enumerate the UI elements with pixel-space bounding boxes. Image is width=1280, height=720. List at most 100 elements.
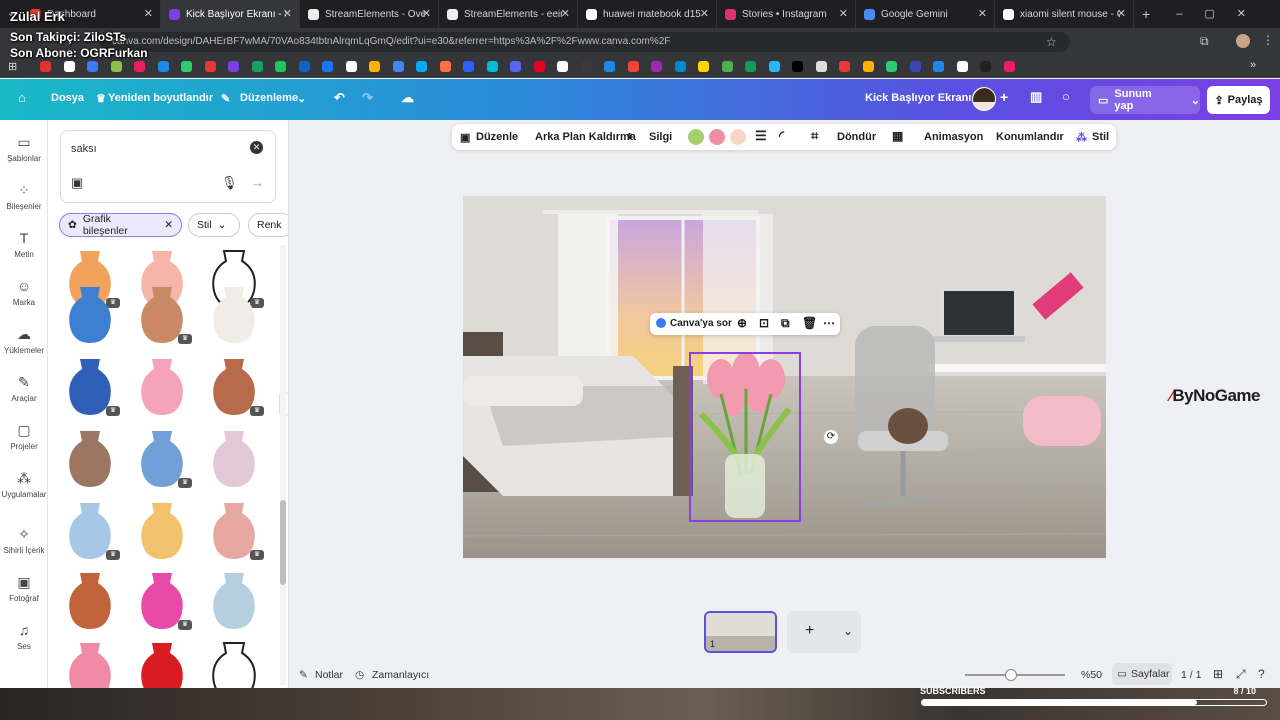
- vase-result[interactable]: ♛: [202, 354, 266, 418]
- bookmark-icon[interactable]: [533, 61, 545, 72]
- vase-result[interactable]: [130, 498, 194, 562]
- browser-tab[interactable]: Kick Başlıyor Ekranı - Sunu✕: [161, 0, 300, 28]
- eraser-button[interactable]: Silgi: [649, 131, 672, 143]
- vase-result[interactable]: ♛: [58, 354, 122, 418]
- bookmark-icon[interactable]: [745, 61, 756, 72]
- bookmark-icon[interactable]: [862, 61, 874, 72]
- clear-search-icon[interactable]: ✕: [250, 141, 263, 154]
- zoom-level[interactable]: %50: [1081, 669, 1102, 681]
- vase-result[interactable]: [202, 282, 266, 346]
- rail-item-yüklemeler[interactable]: ☁ Yüklemeler: [0, 326, 48, 355]
- timer-button[interactable]: Zamanlayıcı: [372, 669, 429, 681]
- bg-remover-button[interactable]: Arka Plan Kaldırma: [535, 131, 636, 143]
- delete-icon[interactable]: 🗑: [802, 316, 817, 330]
- undo-icon[interactable]: ↶: [334, 90, 345, 106]
- comment-add-icon[interactable]: ⊕: [737, 316, 747, 330]
- crop-icon[interactable]: ⌗: [811, 128, 818, 144]
- close-tab-icon[interactable]: ✕: [144, 7, 153, 20]
- bookmark-icon[interactable]: [815, 61, 827, 72]
- vase-result[interactable]: [58, 426, 122, 490]
- lock-icon[interactable]: ⊡: [759, 316, 769, 330]
- bookmark-icon[interactable]: [651, 61, 662, 72]
- close-tab-icon[interactable]: ✕: [1117, 7, 1126, 20]
- rail-item-uygulamalar[interactable]: ⁂ Uygulamalar: [0, 470, 48, 499]
- share-button[interactable]: ⇪ Paylaş: [1207, 86, 1270, 114]
- bookmark-icon[interactable]: [134, 61, 145, 72]
- close-tab-icon[interactable]: ✕: [422, 7, 431, 20]
- design-title[interactable]: Kick Başlıyor Ekranı: [865, 92, 971, 104]
- scrollbar-thumb[interactable]: [280, 500, 286, 585]
- page-thumbnail[interactable]: 1: [704, 611, 777, 653]
- bookmark-icon[interactable]: [392, 61, 404, 72]
- bookmark-icon[interactable]: [251, 61, 263, 72]
- bookmark-icon[interactable]: [439, 61, 451, 72]
- bookmark-icon[interactable]: [298, 61, 310, 72]
- selected-tulip-vase[interactable]: [689, 352, 801, 522]
- bookmark-icon[interactable]: [956, 61, 968, 72]
- ask-canva-button[interactable]: Canva'ya sor: [670, 318, 732, 329]
- bookmark-icon[interactable]: [909, 61, 921, 72]
- present-button[interactable]: ▭ Sunum yap ⌄: [1090, 86, 1200, 114]
- add-collaborator-icon[interactable]: +: [1000, 89, 1008, 105]
- animate-button[interactable]: Animasyon: [924, 131, 983, 143]
- rail-item-metin[interactable]: T Metin: [0, 230, 48, 259]
- panel-scrollbar[interactable]: [280, 245, 286, 685]
- bookmark-icon[interactable]: [557, 61, 568, 72]
- vase-result[interactable]: [130, 638, 194, 688]
- bookmark-icon[interactable]: [627, 61, 639, 72]
- bookmark-icon[interactable]: [792, 61, 803, 72]
- bookmark-icon[interactable]: [63, 61, 75, 72]
- browser-tab[interactable]: Google Gemini ✕: [856, 0, 995, 28]
- extensions-icon[interactable]: ⧉: [1200, 34, 1209, 49]
- vase-result[interactable]: [202, 568, 266, 632]
- bookmark-icon[interactable]: [510, 61, 521, 72]
- bookmark-icon[interactable]: [839, 61, 850, 72]
- remove-filter-icon[interactable]: ✕: [164, 219, 173, 231]
- rail-item-sihirli-i̇çerik[interactable]: ✧ Sihirli İçerik: [0, 526, 48, 555]
- graphics-filter-chip[interactable]: ✿ Grafik bileşenler ✕: [59, 213, 182, 237]
- pages-button[interactable]: ▭ Sayfalar: [1112, 663, 1172, 685]
- color-swatch[interactable]: [730, 129, 746, 145]
- cloud-sync-icon[interactable]: ☁: [401, 90, 414, 106]
- vase-result[interactable]: ♛: [130, 282, 194, 346]
- browser-tab[interactable]: Stories • Instagram ✕: [717, 0, 856, 28]
- color-swatch[interactable]: [688, 129, 704, 145]
- bookmark-icon[interactable]: [604, 61, 615, 72]
- chevron-down-icon[interactable]: ⌄: [1191, 94, 1200, 107]
- vase-result[interactable]: ♛: [202, 498, 266, 562]
- microphone-icon[interactable]: 🎙: [221, 175, 238, 191]
- bookmark-icon[interactable]: [87, 61, 98, 72]
- bookmark-icon[interactable]: [157, 61, 169, 72]
- browser-menu-icon[interactable]: ⋮: [1262, 33, 1274, 47]
- rail-item-bileşenler[interactable]: ⁘ Bileşenler: [0, 182, 48, 211]
- bookmark-icon[interactable]: [416, 61, 427, 72]
- new-tab-button[interactable]: +: [1134, 6, 1150, 22]
- help-icon[interactable]: ?: [1258, 667, 1265, 681]
- edit-image-button[interactable]: Düzenle: [476, 131, 518, 143]
- bookmark-icon[interactable]: [486, 61, 498, 72]
- add-page-button[interactable]: + ⌄: [787, 611, 861, 653]
- bookmark-icon[interactable]: [110, 61, 122, 72]
- rail-item-projeler[interactable]: ▢ Projeler: [0, 422, 48, 451]
- apps-grid-icon[interactable]: ⊞: [8, 60, 17, 73]
- browser-tab[interactable]: StreamElements - Overlay✕: [300, 0, 439, 28]
- bookmark-icon[interactable]: [322, 61, 333, 72]
- vase-result[interactable]: ♛: [130, 426, 194, 490]
- browser-tab[interactable]: StreamElements - eeirene✕: [439, 0, 578, 28]
- browser-tab[interactable]: xiaomi silent mouse - Go ✕: [995, 0, 1134, 28]
- rotate-handle-icon[interactable]: ⟳: [823, 429, 839, 445]
- bookmark-icon[interactable]: [228, 61, 239, 72]
- bookmark-icon[interactable]: [181, 61, 192, 72]
- more-options-icon[interactable]: ⋯: [823, 316, 835, 330]
- edit-mode-button[interactable]: Düzenleme: [240, 92, 298, 104]
- home-icon[interactable]: ⌂: [18, 90, 26, 105]
- bookmark-icon[interactable]: [40, 61, 51, 72]
- close-tab-icon[interactable]: ✕: [839, 7, 848, 20]
- rail-item-araçlar[interactable]: ✎ Araçlar: [0, 374, 48, 403]
- bookmark-icon[interactable]: [463, 61, 474, 72]
- line-weight-icon[interactable]: ☰: [755, 128, 767, 144]
- url-field[interactable]: canva.com/design/DAHErBF7wMA/70VAo834tbt…: [100, 32, 1070, 52]
- notes-button[interactable]: Notlar: [315, 669, 343, 681]
- bookmark-icon[interactable]: [580, 61, 592, 72]
- bookmarks-more-icon[interactable]: »: [1250, 59, 1256, 71]
